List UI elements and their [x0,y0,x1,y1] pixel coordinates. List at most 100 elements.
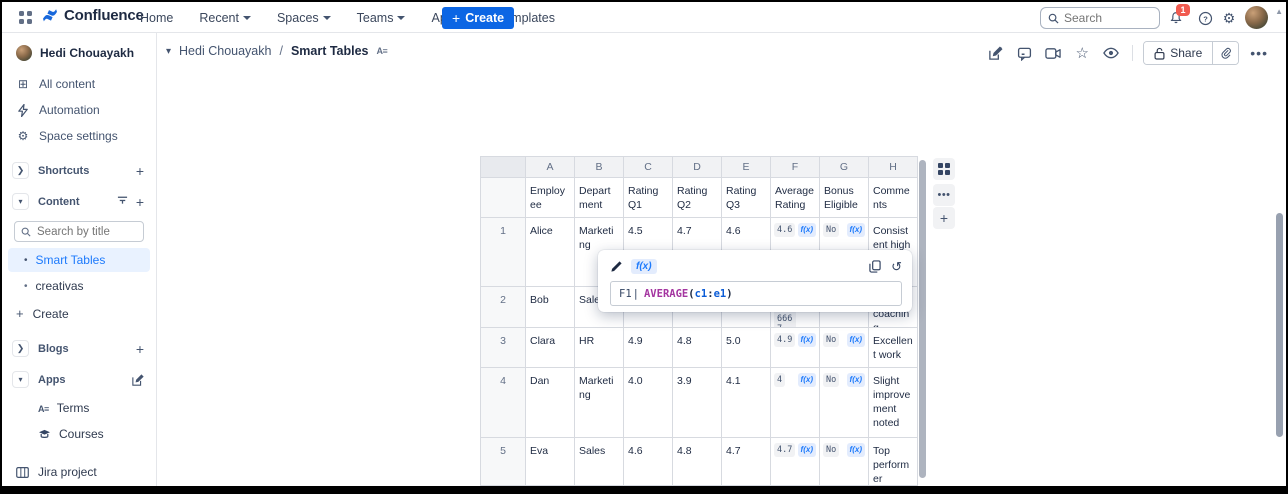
edit-apps-icon[interactable] [132,374,144,386]
table-add-button[interactable]: + [933,207,955,229]
data-cell[interactable]: 4.0 [624,368,673,438]
column-letter-G[interactable]: G [820,156,869,178]
column-header-8[interactable]: Comments [869,178,918,218]
average-rating-cell[interactable]: 4f(x) [771,368,820,438]
average-rating-cell[interactable]: 4.7f(x) [771,438,820,486]
help-icon[interactable]: ? [1196,9,1214,27]
table-corner-cell[interactable] [480,156,526,178]
data-cell[interactable]: 4.7 [722,438,771,486]
data-cell[interactable]: Sales [575,438,624,486]
data-cell[interactable]: 4.6 [624,438,673,486]
row-number-cell[interactable]: 5 [480,438,526,486]
column-header-4[interactable]: Rating Q2 [673,178,722,218]
sidebar-search-input[interactable] [37,226,137,238]
column-header-3[interactable]: Rating Q1 [624,178,673,218]
fx-formula-icon[interactable]: f(x) [798,443,816,457]
formula-input[interactable]: F1 | AVERAGE ( c1 : e1 ) [610,281,902,306]
sidebar-app-item-terms[interactable]: A≡Terms [2,395,156,421]
copy-icon[interactable] [869,260,881,273]
fx-formula-icon[interactable]: f(x) [847,373,865,387]
add-content-button[interactable]: + [136,195,144,209]
sidebar-page-smart-tables[interactable]: •Smart Tables [8,248,150,272]
row-header-cell[interactable] [480,178,526,218]
user-avatar[interactable] [1245,6,1268,29]
add-shortcut-button[interactable]: + [136,164,144,178]
row-number-cell[interactable]: 4 [480,368,526,438]
collapse-chevron-icon[interactable]: ▾ [166,46,171,57]
sidebar-app-item-courses[interactable]: Courses [2,421,156,447]
column-header-7[interactable]: Bonus Eligible [820,178,869,218]
fx-formula-icon[interactable]: f(x) [847,443,865,457]
row-number-cell[interactable]: 3 [480,328,526,368]
data-cell[interactable]: 4.9 [624,328,673,368]
search-box[interactable] [1040,7,1160,29]
sidebar-user[interactable]: Hedi Chouayakh [2,33,156,71]
column-header-6[interactable]: Average Rating [771,178,820,218]
column-letter-A[interactable]: A [526,156,575,178]
data-cell[interactable]: Marketing [575,368,624,438]
fx-formula-icon[interactable]: f(x) [798,373,816,387]
data-cell[interactable]: Clara [526,328,575,368]
data-cell[interactable]: 5.0 [722,328,771,368]
edit-page-icon[interactable] [984,42,1006,64]
breadcrumb-parent[interactable]: Hedi Chouayakh [179,44,271,58]
column-letter-D[interactable]: D [673,156,722,178]
window-scrollbar[interactable] [1276,213,1283,437]
fx-formula-icon[interactable]: f(x) [847,223,865,237]
watch-eye-icon[interactable] [1100,42,1122,64]
add-blog-button[interactable]: + [136,342,144,356]
top-nav-item-recent[interactable]: Recent [199,11,251,25]
column-header-2[interactable]: Department [575,178,624,218]
column-letter-F[interactable]: F [771,156,820,178]
table-more-button[interactable]: ••• [933,184,955,206]
column-letter-C[interactable]: C [624,156,673,178]
data-cell[interactable]: 4.1 [722,368,771,438]
search-input[interactable] [1064,11,1144,25]
column-header-1[interactable]: Employee [526,178,575,218]
comments-cell[interactable]: Excellent work [869,328,918,368]
data-cell[interactable]: 4.8 [673,438,722,486]
create-button[interactable]: + Create [442,7,514,29]
data-cell[interactable]: Eva [526,438,575,486]
data-cell[interactable]: Dan [526,368,575,438]
data-cell[interactable]: HR [575,328,624,368]
chevron-right-icon[interactable]: ❯ [12,340,29,357]
top-nav-item-teams[interactable]: Teams [357,11,406,25]
sidebar-page-creativas[interactable]: •creativas [8,274,150,298]
settings-gear-icon[interactable]: ⚙ [1220,9,1238,27]
fx-formula-icon[interactable]: f(x) [798,333,816,347]
data-cell[interactable]: 4.8 [673,328,722,368]
top-nav-item-home[interactable]: Home [140,11,173,25]
data-cell[interactable]: Bob [526,287,575,328]
comments-cell[interactable]: Top performer [869,438,918,486]
chevron-down-icon[interactable]: ▾ [12,193,29,210]
sidebar-search-box[interactable] [14,221,144,242]
comments-cell[interactable]: Slight improvement noted [869,368,918,438]
scrollbar-up-arrow[interactable]: ▲ [1275,7,1283,16]
video-icon[interactable] [1042,42,1064,64]
copy-link-button[interactable] [1212,42,1238,64]
share-button[interactable]: Share [1144,42,1212,64]
data-cell[interactable]: Alice [526,218,575,287]
data-cell[interactable]: 3.9 [673,368,722,438]
chevron-down-icon[interactable]: ▾ [12,371,29,388]
star-icon[interactable]: ☆ [1071,42,1093,64]
top-nav-item-spaces[interactable]: Spaces [277,11,331,25]
fx-formula-icon[interactable]: f(x) [847,333,865,347]
sidebar-item-jira-project[interactable]: Jira project [2,459,156,485]
edit-pencil-icon[interactable] [610,260,623,273]
row-number-cell[interactable]: 1 [480,218,526,287]
bonus-eligible-cell[interactable]: Nof(x) [820,328,869,368]
more-actions-button[interactable]: ••• [1246,45,1272,61]
sidebar-item-automation[interactable]: Automation [2,97,156,123]
column-letter-B[interactable]: B [575,156,624,178]
bonus-eligible-cell[interactable]: Nof(x) [820,438,869,486]
row-number-cell[interactable]: 2 [480,287,526,328]
fx-formula-icon[interactable]: f(x) [798,223,816,237]
sidebar-create-button[interactable]: + Create [2,300,156,327]
confluence-logo[interactable]: Confluence [42,7,144,24]
app-switcher-icon[interactable] [19,11,32,24]
table-scrollbar[interactable] [919,160,926,478]
bonus-eligible-cell[interactable]: Nof(x) [820,368,869,438]
comment-icon[interactable] [1013,42,1035,64]
